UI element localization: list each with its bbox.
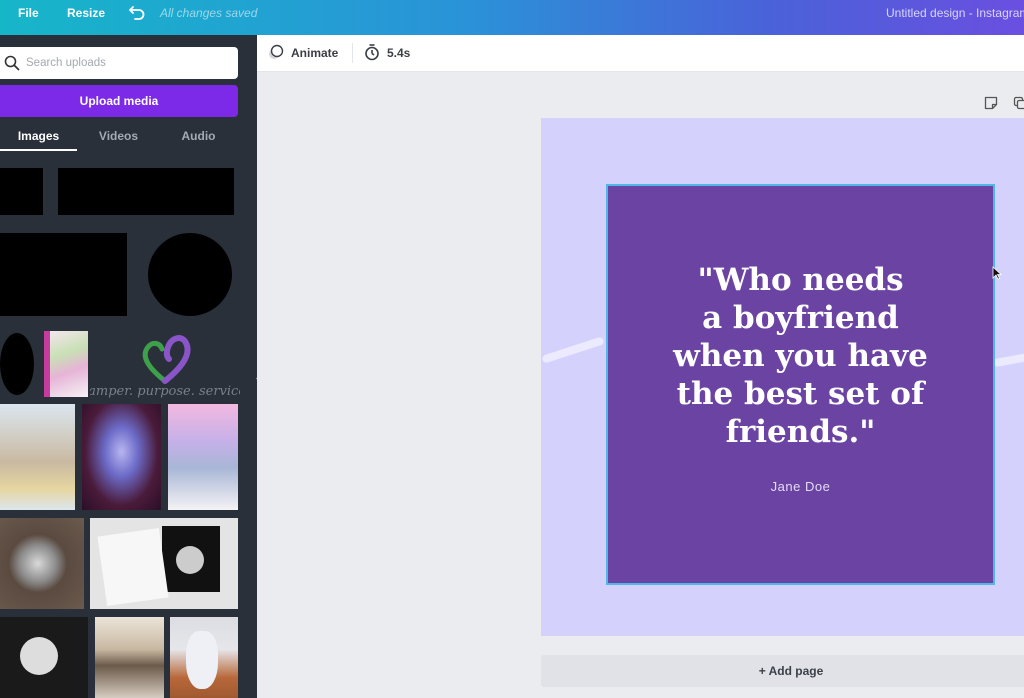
upload-photo-coin-black[interactable]	[0, 617, 88, 698]
tab-images[interactable]: Images	[0, 123, 77, 151]
search-box[interactable]	[0, 47, 238, 79]
canvas-area: "Who needs a boyfriend when you have the…	[257, 72, 1024, 698]
search-input[interactable]	[26, 47, 226, 79]
editor-toolbar: Animate 5.4s	[257, 35, 1024, 72]
duration-button[interactable]: 5.4s	[363, 43, 410, 63]
mouse-cursor-icon	[992, 266, 1002, 280]
animate-icon	[267, 43, 285, 64]
upload-photo-person[interactable]	[0, 404, 75, 510]
author-text[interactable]: Jane Doe	[608, 479, 993, 494]
upload-photo-duck[interactable]	[170, 617, 238, 698]
sticky-note-icon[interactable]	[984, 96, 998, 115]
upload-black-rectangle-large[interactable]	[0, 233, 127, 316]
upload-illustration-couple[interactable]	[168, 404, 238, 510]
resize-button[interactable]: Resize	[67, 0, 105, 26]
heart-logo-icon: pamper. purpose. service.	[90, 335, 240, 399]
upload-media-button[interactable]: Upload media	[0, 85, 238, 117]
top-bar: File Resize All changes saved Untitled d…	[0, 0, 1024, 35]
save-status: All changes saved	[160, 6, 258, 20]
upload-black-rectangle[interactable]	[0, 168, 43, 215]
tab-videos[interactable]: Videos	[80, 123, 157, 151]
duration-value: 5.4s	[387, 46, 411, 60]
toolbar-divider	[352, 43, 353, 63]
upload-photo-coin-box[interactable]	[90, 518, 238, 609]
undo-icon[interactable]	[128, 3, 146, 21]
design-title[interactable]: Untitled design - Instagram Post	[886, 0, 1024, 26]
upload-black-circle[interactable]	[148, 233, 232, 316]
uploads-panel: Upload media Images Videos Audio pamper.…	[0, 35, 257, 698]
upload-illustration-arch[interactable]	[82, 404, 161, 510]
design-page[interactable]: "Who needs a boyfriend when you have the…	[541, 118, 1024, 636]
search-icon	[4, 55, 20, 71]
add-page-button[interactable]: + Add page	[541, 655, 1024, 687]
stopwatch-icon	[363, 43, 381, 64]
animate-label: Animate	[291, 46, 339, 60]
brush-stroke-decoration	[541, 336, 605, 364]
brush-stroke-decoration	[992, 348, 1024, 368]
duplicate-page-icon[interactable]	[1013, 96, 1024, 115]
quote-text[interactable]: "Who needs a boyfriend when you have the…	[608, 261, 993, 451]
file-menu[interactable]: File	[18, 0, 39, 26]
tab-audio[interactable]: Audio	[160, 123, 237, 151]
upload-black-oval[interactable]	[0, 333, 34, 395]
upload-black-rectangle-wide[interactable]	[58, 168, 234, 215]
quote-card[interactable]: "Who needs a boyfriend when you have the…	[606, 184, 995, 585]
upload-book-cover[interactable]	[44, 331, 88, 397]
logo-caption: pamper. purpose. service.	[90, 384, 240, 399]
upload-photo-cat[interactable]	[95, 617, 164, 698]
upload-photo-coin-hand[interactable]	[0, 518, 84, 609]
upload-logo[interactable]: pamper. purpose. service.	[90, 327, 240, 399]
animate-button[interactable]: Animate	[267, 43, 338, 63]
media-tabs: Images Videos Audio	[0, 123, 238, 153]
